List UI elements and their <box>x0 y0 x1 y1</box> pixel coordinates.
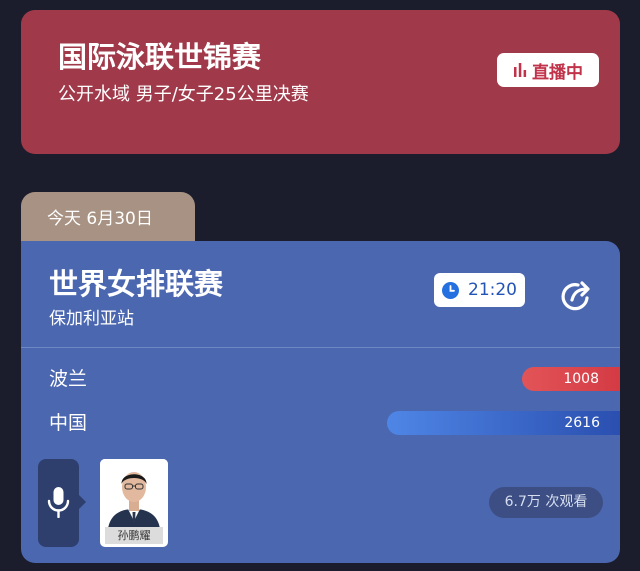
bar-chart-icon <box>514 63 527 77</box>
vote-bar-poland[interactable]: 1008 <box>522 367 620 391</box>
avatar <box>100 459 168 529</box>
team-name-china: 中国 <box>49 412 88 434</box>
team-name-poland: 波兰 <box>49 368 88 390</box>
start-time-badge: 21:20 <box>434 273 525 307</box>
live-event-card[interactable]: 国际泳联世锦赛 公开水域 男子/女子25公里决赛 直播中 <box>21 10 620 154</box>
divider <box>21 347 620 348</box>
commentator-name: 孙鹏耀 <box>105 527 163 544</box>
live-event-title: 国际泳联世锦赛 <box>58 40 262 74</box>
date-tab: 今天 6月30日 <box>21 192 195 248</box>
start-time: 21:20 <box>468 280 517 300</box>
clock-icon <box>442 281 459 299</box>
view-count: 6.7万 次观看 <box>489 487 603 518</box>
match-card[interactable]: 世界女排联赛 保加利亚站 21:20 波兰 1008 中国 2616 孙鹏耀 6… <box>21 241 620 563</box>
match-title: 世界女排联赛 <box>49 267 224 301</box>
microphone-icon <box>47 487 70 518</box>
match-subtitle: 保加利亚站 <box>49 309 134 329</box>
commentator-card[interactable]: 孙鹏耀 <box>100 459 168 547</box>
live-event-subtitle: 公开水域 男子/女子25公里决赛 <box>58 84 309 105</box>
vote-bar-china[interactable]: 2616 <box>387 411 620 435</box>
share-icon[interactable] <box>556 276 596 316</box>
audio-commentary-button[interactable] <box>38 459 79 547</box>
mic-pointer <box>79 495 86 509</box>
live-badge[interactable]: 直播中 <box>497 53 599 87</box>
date-label: 今天 6月30日 <box>47 209 153 229</box>
live-badge-label: 直播中 <box>532 62 583 83</box>
